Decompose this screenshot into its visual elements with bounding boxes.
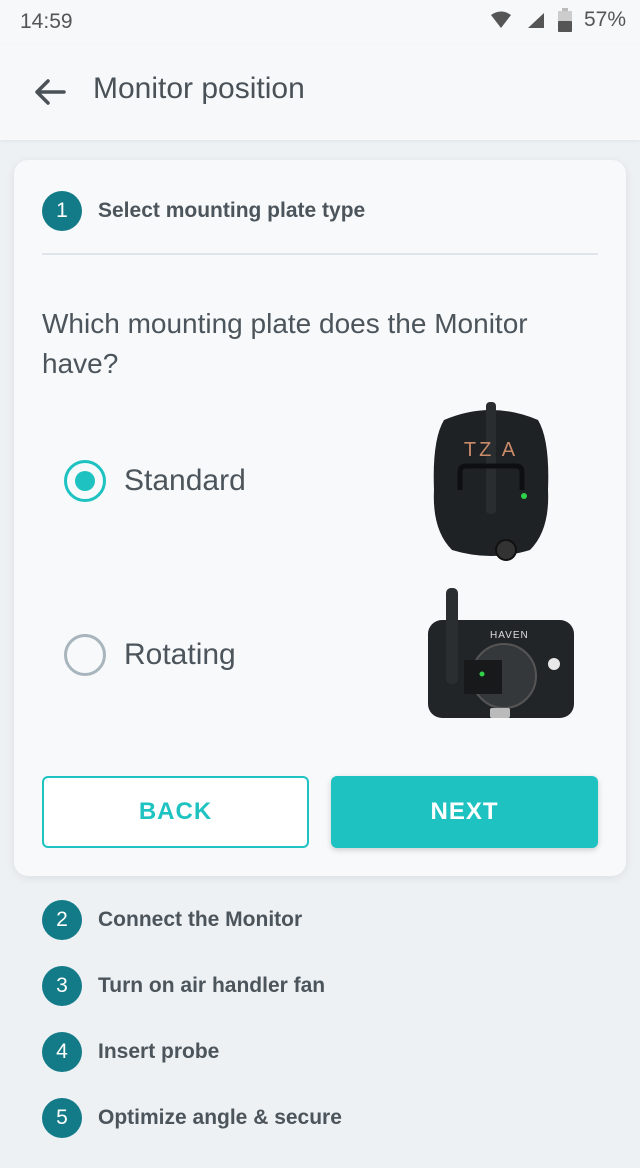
remaining-steps-list: 2 Connect the Monitor 3 Turn on air hand… (42, 900, 342, 1164)
standard-plate-image: TZ A (433, 402, 549, 561)
step-number-badge: 4 (42, 1032, 82, 1072)
wifi-icon (490, 11, 511, 28)
battery-percent: 57% (583, 8, 626, 31)
list-item: 3 Turn on air handler fan (42, 966, 342, 1006)
question-text: Which mounting plate does the Monitor ha… (42, 308, 528, 379)
step-card: 1 Select mounting plate type Which mount… (14, 160, 626, 876)
signal-icon (527, 13, 544, 28)
battery-icon (557, 8, 572, 32)
current-step-header: 1 Select mounting plate type (42, 191, 365, 231)
option-label-rotating: Rotating (124, 638, 236, 671)
step-title: Insert probe (98, 1040, 220, 1063)
step-number-badge: 2 (42, 900, 82, 940)
page-title: Monitor position (93, 72, 305, 105)
rotating-plate-image: HAVEN (428, 588, 574, 718)
back-button[interactable]: BACK (42, 776, 309, 848)
option-standard[interactable]: Standard (64, 460, 246, 502)
list-item: 5 Optimize angle & secure (42, 1098, 342, 1138)
next-button[interactable]: NEXT (331, 776, 598, 848)
haven-logo: HAVEN (490, 630, 529, 641)
step-title: Connect the Monitor (98, 908, 303, 931)
back-arrow-icon[interactable] (28, 70, 72, 114)
radio-rotating[interactable] (64, 634, 106, 676)
app-bar: Monitor position (0, 44, 640, 140)
status-bar: 14:59 57% (0, 0, 640, 44)
step-number-badge: 1 (42, 191, 82, 231)
tzoa-logo: TZ A (464, 439, 518, 461)
step-number-badge: 3 (42, 966, 82, 1006)
status-time: 14:59 (20, 10, 73, 33)
step-title: Select mounting plate type (98, 199, 366, 222)
list-item: 4 Insert probe (42, 1032, 342, 1072)
option-rotating[interactable]: Rotating (64, 634, 236, 676)
step-title: Optimize angle & secure (98, 1106, 342, 1129)
divider (42, 253, 598, 255)
step-title: Turn on air handler fan (98, 974, 326, 997)
radio-standard[interactable] (64, 460, 106, 502)
option-label-standard: Standard (124, 464, 246, 497)
step-number-badge: 5 (42, 1098, 82, 1138)
list-item: 2 Connect the Monitor (42, 900, 342, 940)
